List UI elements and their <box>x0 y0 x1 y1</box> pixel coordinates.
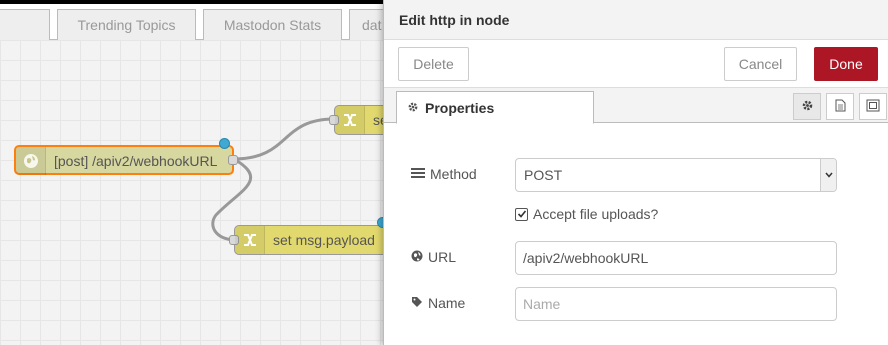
name-label-text: Name <box>428 295 466 311</box>
url-label: URL <box>411 249 456 265</box>
url-input[interactable] <box>515 241 837 275</box>
checkmark-icon <box>517 210 526 218</box>
method-select[interactable]: POST <box>515 158 837 192</box>
method-select-value: POST <box>524 167 563 183</box>
tray-title: Edit http in node <box>384 0 888 40</box>
cancel-button[interactable]: Cancel <box>724 47 797 81</box>
edit-node-tray: Edit http in node Delete Cancel Done Pro… <box>383 0 888 345</box>
done-button[interactable]: Done <box>814 47 878 81</box>
appearance-icon <box>866 99 880 115</box>
change-icon <box>335 106 365 134</box>
method-label-text: Method <box>430 166 477 182</box>
change-icon <box>235 226 265 254</box>
globe-icon <box>411 249 423 265</box>
set-msg-payload-node[interactable]: set msg.payload <box>229 217 394 255</box>
tab-appearance[interactable] <box>859 93 887 120</box>
accept-uploads-checkbox[interactable] <box>515 207 528 221</box>
tab-properties[interactable]: Properties <box>396 91 594 124</box>
method-label: Method <box>411 166 477 182</box>
accept-uploads-row: Accept file uploads? <box>515 206 658 222</box>
delete-button[interactable]: Delete <box>398 47 469 81</box>
node-changed-indicator <box>219 138 230 149</box>
globe-icon <box>16 147 46 175</box>
output-port[interactable] <box>228 155 238 165</box>
wire <box>233 117 335 161</box>
node-label: set msg.payload <box>273 232 375 248</box>
http-in-node[interactable]: [post] /apiv2/webhookURL <box>14 138 238 175</box>
tab-node-properties[interactable] <box>793 93 821 120</box>
description-icon <box>835 99 846 115</box>
tray-toolbar: Delete Cancel Done <box>384 40 888 88</box>
node-label: [post] /apiv2/webhookURL <box>54 153 218 169</box>
accept-uploads-label: Accept file uploads? <box>533 206 659 222</box>
gear-icon <box>801 99 814 115</box>
gear-icon <box>407 100 419 116</box>
url-label-text: URL <box>428 249 457 265</box>
tag-icon <box>411 295 423 311</box>
name-input[interactable] <box>515 287 837 321</box>
tab-properties-label: Properties <box>425 99 495 116</box>
tab-description[interactable] <box>826 93 854 120</box>
chevron-down-icon <box>820 159 836 191</box>
list-icon <box>411 166 425 182</box>
tray-tab-bar: Properties <box>384 88 888 124</box>
name-label: Name <box>411 295 465 311</box>
